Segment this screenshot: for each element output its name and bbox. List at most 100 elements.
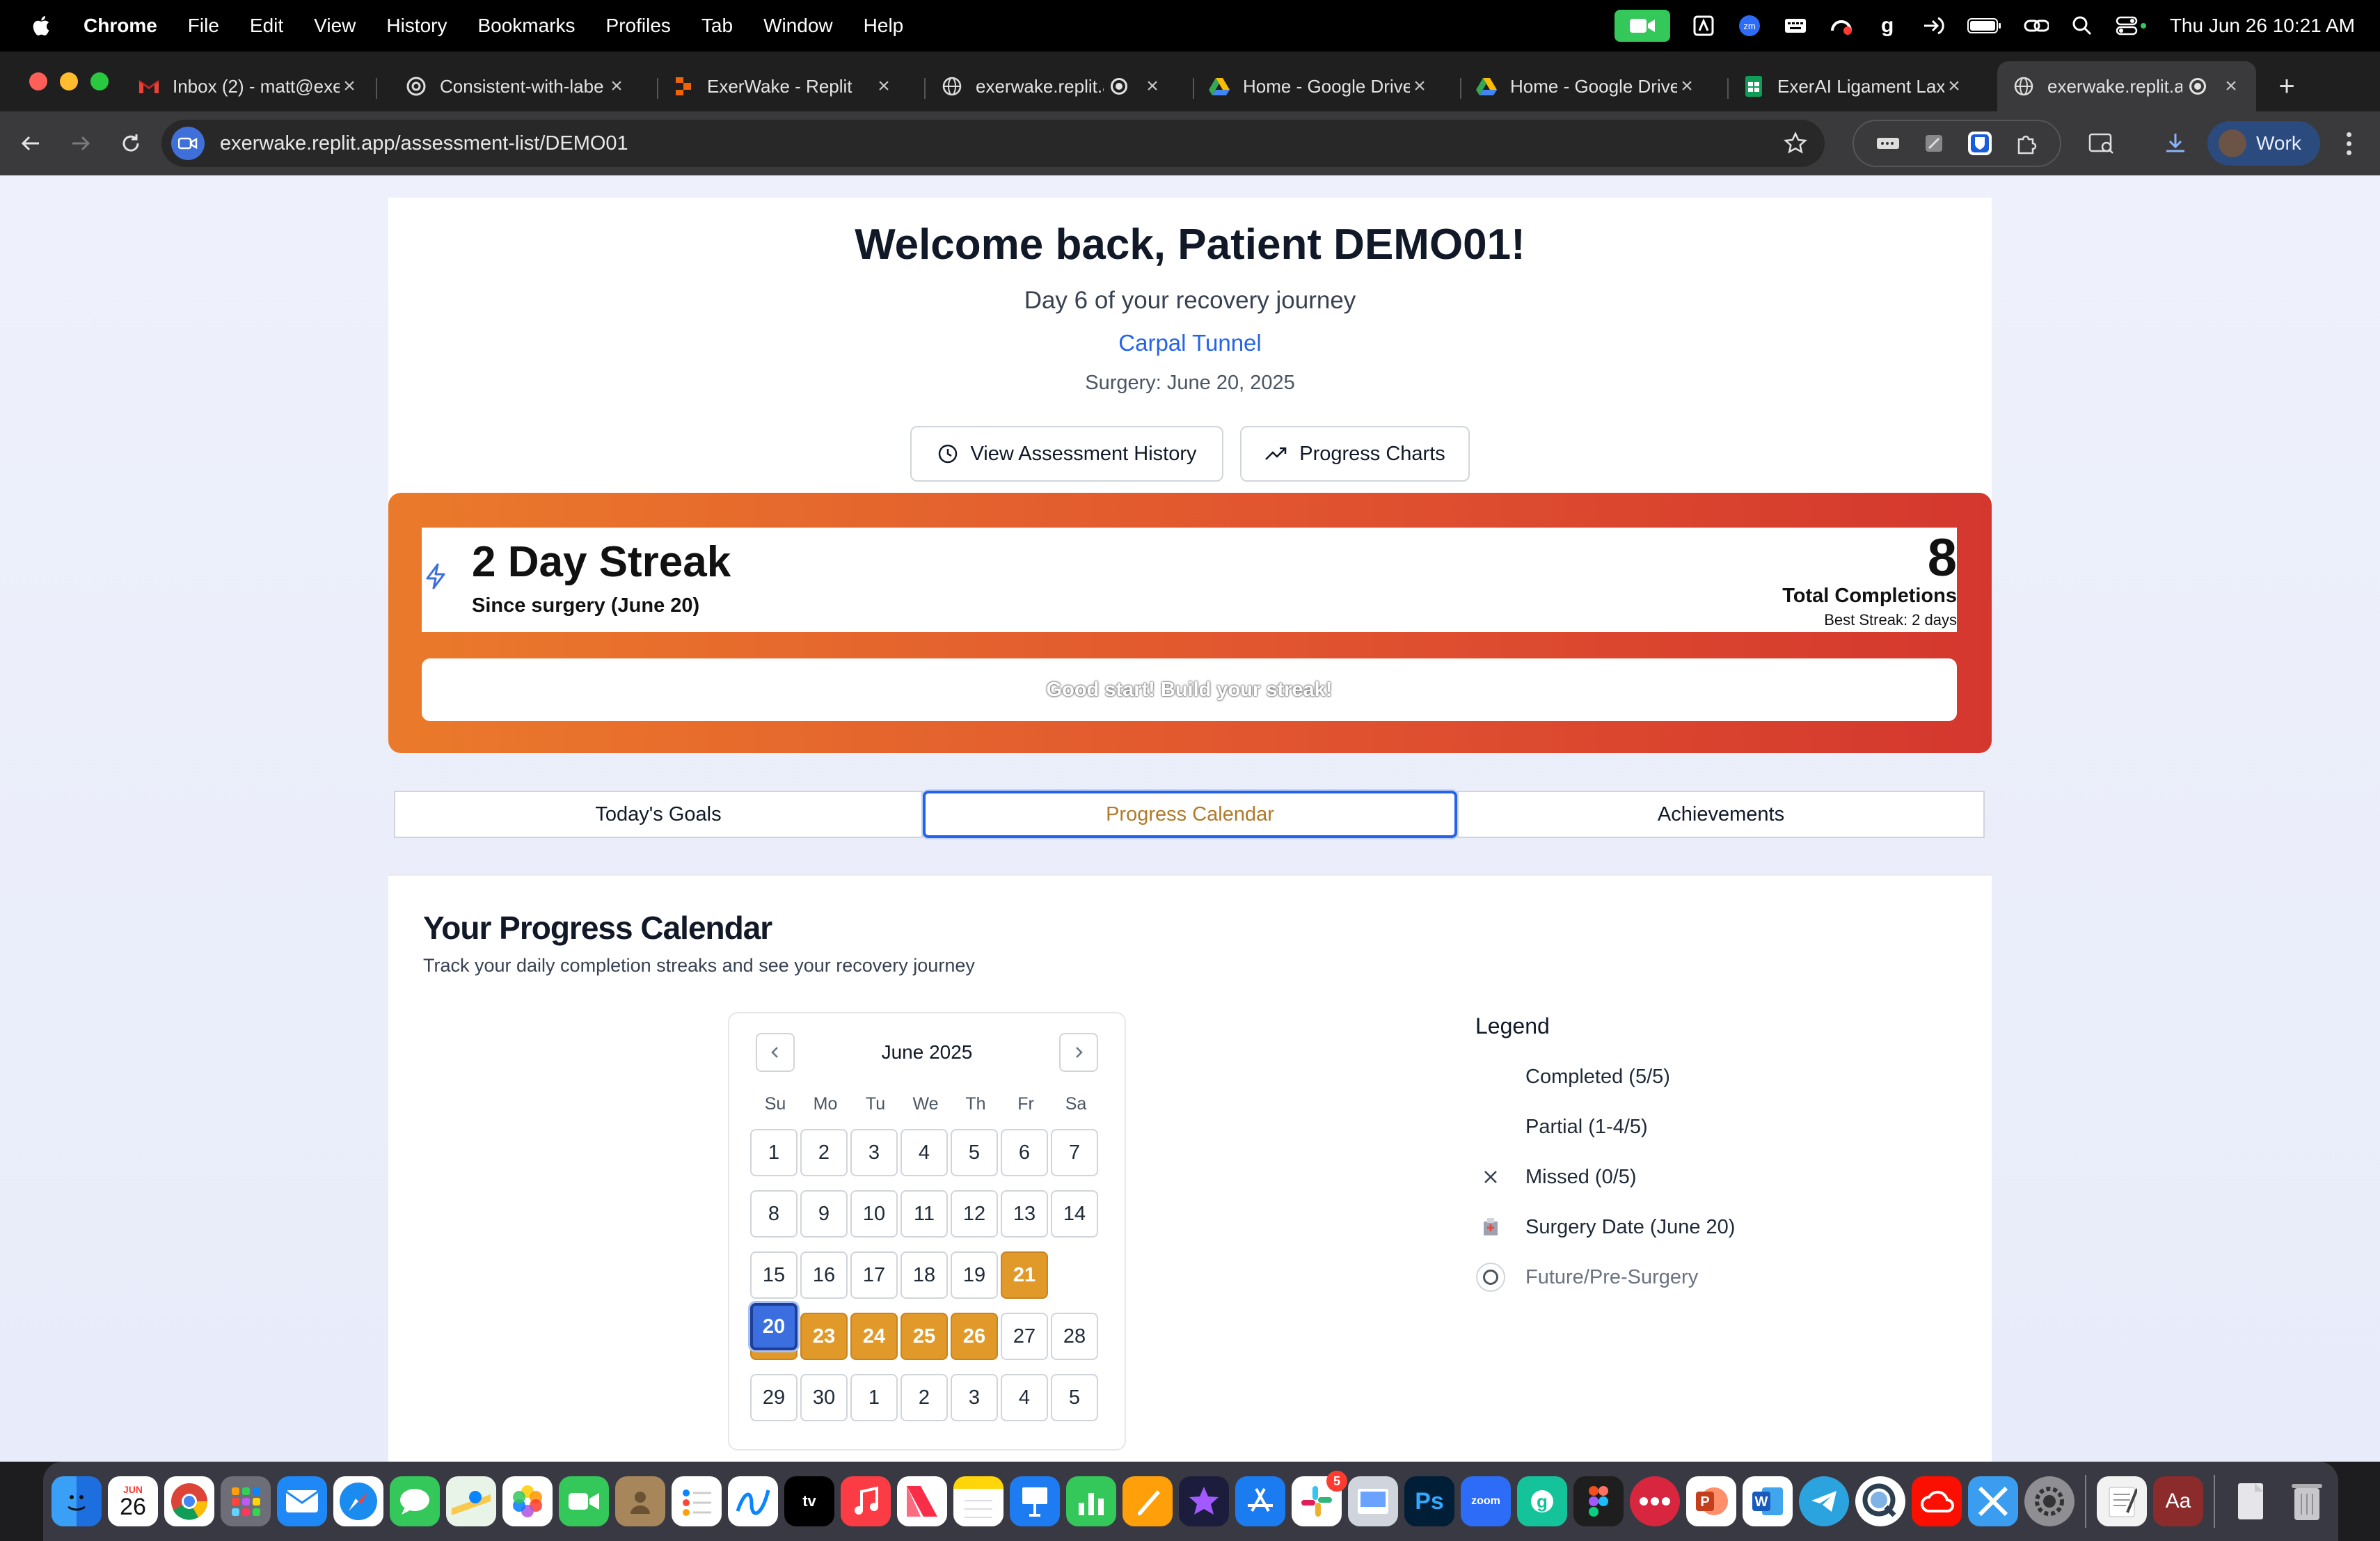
tab-replit[interactable]: ExerWake - Replit ×: [657, 61, 909, 111]
photoshop-icon[interactable]: Ps: [1404, 1476, 1454, 1526]
day-cell[interactable]: 1: [750, 1129, 798, 1176]
powerpoint-icon[interactable]: P: [1686, 1476, 1736, 1526]
photos-icon[interactable]: [502, 1476, 553, 1526]
day-cell[interactable]: 30: [800, 1374, 848, 1421]
chrome-menu-icon[interactable]: [2338, 128, 2359, 159]
day-cell[interactable]: 1: [850, 1374, 898, 1421]
bitwarden-icon[interactable]: [1966, 129, 1994, 157]
mail-icon[interactable]: [277, 1476, 327, 1526]
finder-icon[interactable]: [51, 1476, 102, 1526]
grammarly-icon[interactable]: g: [1875, 13, 1900, 38]
day-cell[interactable]: 3: [850, 1129, 898, 1176]
completed-day-cell[interactable]: 21: [1001, 1251, 1048, 1299]
word-icon[interactable]: W: [1743, 1476, 1793, 1526]
close-tab-icon[interactable]: ×: [1677, 74, 1697, 98]
minimize-window-button[interactable]: [60, 72, 78, 90]
keyboard-icon[interactable]: [1783, 13, 1808, 38]
app-store-icon[interactable]: [1235, 1476, 1285, 1526]
day-cell[interactable]: 17: [850, 1251, 898, 1299]
quicktime-icon[interactable]: [1855, 1476, 1905, 1526]
freeform-icon[interactable]: [728, 1476, 778, 1526]
telegram-icon[interactable]: [1799, 1476, 1849, 1526]
tab-search-icon[interactable]: [2086, 128, 2117, 159]
day-cell[interactable]: 16: [800, 1251, 848, 1299]
maps-icon[interactable]: [446, 1476, 496, 1526]
day-cell[interactable]: 29: [750, 1374, 798, 1421]
day-cell[interactable]: 11: [901, 1190, 948, 1238]
zoom-icon[interactable]: zoom: [1461, 1476, 1511, 1526]
tab-google-drive[interactable]: Home - Google Drive ×: [1193, 61, 1445, 111]
forward-button[interactable]: [64, 127, 97, 160]
url-text[interactable]: exerwake.replit.app/assessment-list/DEMO…: [220, 132, 628, 155]
tab-exerwake-active[interactable]: exerwake.replit.ap ×: [1997, 61, 2256, 111]
textedit-icon[interactable]: [2097, 1476, 2147, 1526]
password-manager-icon[interactable]: [1874, 129, 1902, 157]
contacts-icon[interactable]: [615, 1476, 665, 1526]
dictionary-icon[interactable]: Aa: [2153, 1476, 2203, 1526]
xcode-icon[interactable]: [1968, 1476, 2018, 1526]
day-cell[interactable]: 2: [901, 1374, 948, 1421]
numbers-icon[interactable]: [1066, 1476, 1116, 1526]
close-tab-icon[interactable]: ×: [1143, 74, 1162, 98]
menu-profiles[interactable]: Profiles: [606, 15, 671, 37]
pages-icon[interactable]: [1122, 1476, 1173, 1526]
day-cell[interactable]: 5: [951, 1129, 998, 1176]
apple-icon[interactable]: [25, 14, 56, 38]
bookmark-star-icon[interactable]: [1782, 129, 1809, 157]
menu-bookmarks[interactable]: Bookmarks: [477, 15, 575, 37]
day-cell[interactable]: 9: [800, 1190, 848, 1238]
day-cell[interactable]: 6: [1001, 1129, 1048, 1176]
progress-charts-button[interactable]: Progress Charts: [1240, 426, 1470, 482]
surgery-day-cell[interactable]: 20: [750, 1303, 798, 1350]
system-settings-icon[interactable]: [2024, 1476, 2074, 1526]
facetime-icon[interactable]: [1614, 10, 1670, 42]
extensions-puzzle-icon[interactable]: [2012, 129, 2040, 157]
tab-todays-goals[interactable]: Today's Goals: [394, 791, 923, 838]
focus-icon[interactable]: [1829, 13, 1854, 38]
close-tab-icon[interactable]: ×: [874, 74, 894, 98]
day-cell[interactable]: 5: [1051, 1374, 1098, 1421]
timemachine-icon[interactable]: [1921, 13, 1946, 38]
day-cell[interactable]: 3: [951, 1374, 998, 1421]
messages-icon[interactable]: [390, 1476, 440, 1526]
tab-google-sheets[interactable]: ExerAI Ligament Laxit ×: [1727, 61, 1979, 111]
grammarly-app-icon[interactable]: g: [1517, 1476, 1567, 1526]
view-assessment-history-button[interactable]: View Assessment History: [910, 426, 1223, 482]
keynote-icon[interactable]: [1010, 1476, 1060, 1526]
day-cell[interactable]: 27: [1001, 1313, 1048, 1360]
slack-icon[interactable]: 5: [1292, 1471, 1347, 1526]
back-button[interactable]: [14, 127, 47, 160]
day-cell[interactable]: 4: [1001, 1374, 1048, 1421]
tab-openai[interactable]: Consistent-with-labe ×: [390, 61, 642, 111]
calendar-app-icon[interactable]: JUN 26: [108, 1476, 158, 1526]
music-icon[interactable]: [841, 1476, 891, 1526]
control-center-icon[interactable]: [2116, 13, 2149, 38]
profile-button[interactable]: Work: [2207, 121, 2320, 166]
camera-indicator-icon[interactable]: [171, 127, 205, 160]
day-cell[interactable]: 12: [951, 1190, 998, 1238]
reminders-icon[interactable]: [672, 1476, 722, 1526]
day-cell[interactable]: 28: [1051, 1313, 1098, 1360]
close-window-button[interactable]: [29, 72, 47, 90]
menubar-clock[interactable]: Thu Jun 26 10:21 AM: [2170, 15, 2355, 37]
day-cell[interactable]: 4: [901, 1129, 948, 1176]
menu-history[interactable]: History: [386, 15, 447, 37]
day-cell[interactable]: 19: [951, 1251, 998, 1299]
figma-icon[interactable]: [1573, 1476, 1624, 1526]
menu-file[interactable]: File: [188, 15, 219, 37]
close-tab-icon[interactable]: ×: [1410, 74, 1429, 98]
zoom-window-button[interactable]: [90, 72, 109, 90]
reload-button[interactable]: [114, 127, 148, 160]
tab-gmail[interactable]: Inbox (2) - matt@exe ×: [122, 61, 374, 111]
recorder-icon[interactable]: [1630, 1476, 1680, 1526]
menu-help[interactable]: Help: [864, 15, 904, 37]
close-tab-icon[interactable]: ×: [2221, 74, 2241, 98]
menu-view[interactable]: View: [314, 15, 356, 37]
close-tab-icon[interactable]: ×: [340, 74, 359, 98]
preview-icon[interactable]: [1348, 1476, 1398, 1526]
apple-tv-icon[interactable]: tv: [784, 1476, 834, 1526]
completed-day-cell[interactable]: 23: [800, 1313, 848, 1360]
completed-day-cell[interactable]: 25: [901, 1313, 948, 1360]
extension-icon[interactable]: [1920, 129, 1948, 157]
notes-status-icon[interactable]: [1691, 13, 1716, 38]
